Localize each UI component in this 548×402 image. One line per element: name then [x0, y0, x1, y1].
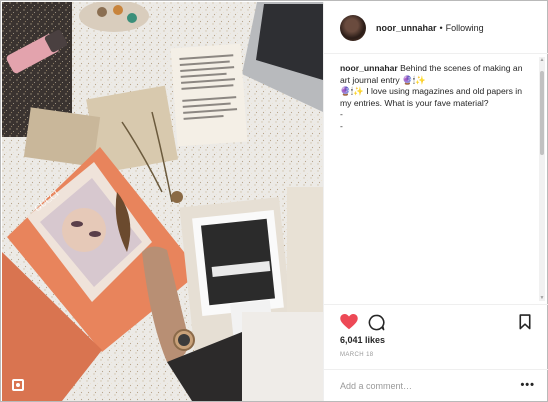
add-comment-input[interactable]: [340, 378, 510, 394]
more-options-button[interactable]: •••: [520, 379, 535, 391]
post-date[interactable]: MARCH 18: [340, 352, 374, 358]
comment-icon[interactable]: [368, 314, 385, 331]
post-photo-illustration: GUCCI: [2, 2, 323, 401]
scrollbar-thumb[interactable]: [540, 71, 544, 155]
header-separator: •: [439, 22, 443, 33]
caption: noor_unnahar Behind the scenes of making…: [324, 55, 548, 303]
comment-bar: •••: [324, 369, 548, 401]
post-photo[interactable]: GUCCI: [2, 2, 323, 401]
likes-count[interactable]: 6,041 likes: [340, 335, 385, 345]
username-link[interactable]: noor_unnahar: [376, 23, 437, 33]
caption-scrollbar[interactable]: ▲ ▼: [539, 57, 545, 301]
heart-filled-icon[interactable]: [340, 314, 358, 330]
post-details-panel: noor_unnahar • Following noor_unnahar Behi…: [323, 2, 548, 401]
post-header: noor_unnahar • Following: [324, 2, 548, 54]
avatar[interactable]: [340, 14, 366, 41]
following-button[interactable]: Following: [446, 23, 484, 33]
bookmark-icon[interactable]: [519, 314, 531, 330]
caption-username[interactable]: noor_unnahar: [340, 63, 398, 73]
multiple-media-icon: [12, 379, 24, 391]
caption-text: Behind the scenes of making an art journ…: [340, 63, 523, 131]
post-actions: [324, 304, 548, 336]
instagram-post-modal: GUCCI noor_unnahar • Following noor_unna…: [0, 0, 548, 402]
header-user: noor_unnahar • Following: [376, 23, 484, 33]
scroll-up-arrow-icon[interactable]: ▲: [539, 57, 545, 63]
scroll-down-arrow-icon[interactable]: ▼: [539, 295, 545, 301]
